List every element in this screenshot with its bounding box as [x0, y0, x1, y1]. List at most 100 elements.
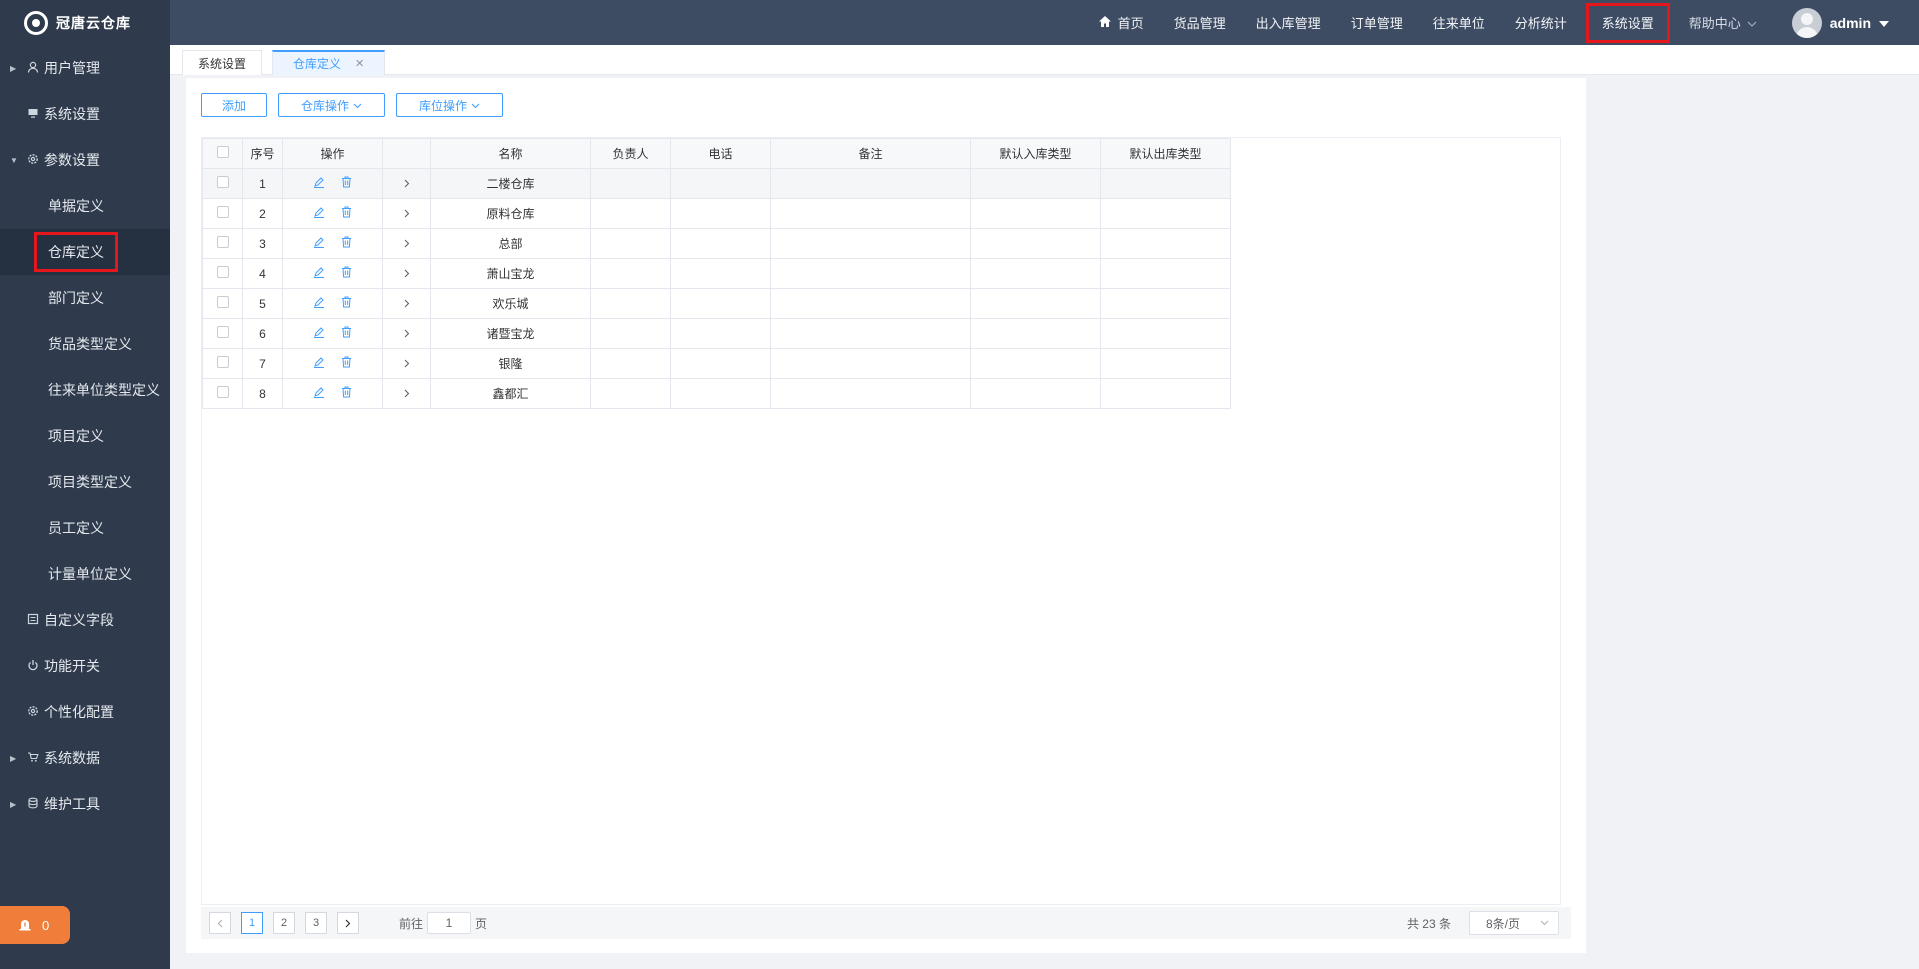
row-expand-button[interactable]	[382, 318, 431, 349]
row-checkbox[interactable]	[202, 318, 243, 349]
row-remark	[770, 198, 971, 229]
header-default-inbound[interactable]: 默认入库类型	[970, 138, 1101, 169]
sidebar-item-system-settings[interactable]: 系统设置	[0, 91, 170, 137]
row-name: 银隆	[430, 348, 591, 379]
table-row[interactable]: 7 银隆	[202, 348, 1231, 379]
row-checkbox[interactable]	[202, 258, 243, 289]
sidebar-item-department-definition[interactable]: 部门定义	[0, 275, 170, 321]
edit-icon[interactable]	[313, 386, 325, 401]
nav-goods-management[interactable]: 货品管理	[1159, 0, 1241, 45]
sidebar-item-parameter-settings[interactable]: ▼ 参数设置	[0, 137, 170, 183]
nav-order-management[interactable]: 订单管理	[1336, 0, 1418, 45]
delete-icon[interactable]	[341, 386, 352, 401]
row-index: 1	[242, 168, 283, 199]
page-3-button[interactable]: 3	[305, 912, 327, 934]
sidebar-item-project-type-definition[interactable]: 项目类型定义	[0, 459, 170, 505]
table-row[interactable]: 5 欢乐城	[202, 288, 1231, 319]
delete-icon[interactable]	[341, 326, 352, 341]
sidebar-item-feature-switch[interactable]: 功能开关	[0, 643, 170, 689]
edit-icon[interactable]	[313, 266, 325, 281]
row-checkbox[interactable]	[202, 348, 243, 379]
row-expand-button[interactable]	[382, 198, 431, 229]
delete-icon[interactable]	[341, 266, 352, 281]
nav-system-settings[interactable]: 系统设置	[1585, 2, 1670, 43]
page-size-select[interactable]: 8条/页	[1469, 911, 1559, 935]
delete-icon[interactable]	[341, 206, 352, 221]
header-actions: 操作	[282, 138, 383, 169]
tab-warehouse-definition[interactable]: 仓库定义 ✕	[272, 50, 386, 75]
nav-home[interactable]: 首页	[1083, 0, 1159, 45]
row-expand-button[interactable]	[382, 288, 431, 319]
warehouse-ops-dropdown[interactable]: 仓库操作	[278, 93, 385, 117]
table-header-row: 序号 操作 名称 负责人 电话 备注 默认入库类型 默认出库类型	[202, 138, 1231, 169]
prev-page-button[interactable]	[209, 912, 231, 934]
next-page-button[interactable]	[337, 912, 359, 934]
row-default-outbound	[1100, 348, 1231, 379]
sidebar-item-unit-definition[interactable]: 计量单位定义	[0, 551, 170, 597]
sidebar-item-user-management[interactable]: ▶ 用户管理	[0, 45, 170, 91]
row-expand-button[interactable]	[382, 168, 431, 199]
select-all-checkbox[interactable]	[202, 138, 243, 169]
page-2-button[interactable]: 2	[273, 912, 295, 934]
sidebar-item-employee-definition[interactable]: 员工定义	[0, 505, 170, 551]
table-row[interactable]: 1 二楼仓库	[202, 168, 1231, 199]
sidebar: 冠唐云仓库 ▶ 用户管理 系统设置 ▼ 参数设置 单据定义 仓库定义 部门定义 …	[0, 0, 170, 969]
edit-icon[interactable]	[313, 296, 325, 311]
row-manager	[590, 228, 671, 259]
add-button[interactable]: 添加	[201, 93, 267, 117]
sidebar-item-project-definition[interactable]: 项目定义	[0, 413, 170, 459]
delete-icon[interactable]	[341, 176, 352, 191]
row-expand-button[interactable]	[382, 258, 431, 289]
table-row[interactable]: 4 萧山宝龙	[202, 258, 1231, 289]
delete-icon[interactable]	[341, 236, 352, 251]
tab-system-settings[interactable]: 系统设置	[182, 50, 263, 75]
nav-inventory-io[interactable]: 出入库管理	[1241, 0, 1336, 45]
edit-icon[interactable]	[313, 236, 325, 251]
location-ops-dropdown[interactable]: 库位操作	[396, 93, 503, 117]
header-phone[interactable]: 电话	[670, 138, 771, 169]
app-logo[interactable]: 冠唐云仓库	[0, 0, 170, 45]
sidebar-item-warehouse-definition[interactable]: 仓库定义	[0, 229, 170, 275]
row-checkbox[interactable]	[202, 288, 243, 319]
header-remark[interactable]: 备注	[770, 138, 971, 169]
goto-page-input[interactable]: 1	[427, 912, 472, 934]
sidebar-item-maintenance-tools[interactable]: ▶ 维护工具	[0, 781, 170, 827]
row-expand-button[interactable]	[382, 228, 431, 259]
edit-icon[interactable]	[313, 326, 325, 341]
edit-icon[interactable]	[313, 176, 325, 191]
edit-icon[interactable]	[313, 356, 325, 371]
nav-analytics[interactable]: 分析统计	[1500, 0, 1582, 45]
monitor-icon	[26, 107, 40, 122]
close-icon[interactable]: ✕	[355, 57, 364, 70]
sidebar-item-partner-type-definition[interactable]: 往来单位类型定义	[0, 367, 170, 413]
row-expand-button[interactable]	[382, 348, 431, 379]
header-manager[interactable]: 负责人	[590, 138, 671, 169]
row-checkbox[interactable]	[202, 228, 243, 259]
sidebar-item-custom-fields[interactable]: 自定义字段	[0, 597, 170, 643]
nav-help-center[interactable]: 帮助中心	[1674, 0, 1772, 45]
row-checkbox[interactable]	[202, 168, 243, 199]
delete-icon[interactable]	[341, 356, 352, 371]
table-row[interactable]: 3 总部	[202, 228, 1231, 259]
cart-icon	[26, 751, 40, 766]
header-name[interactable]: 名称	[430, 138, 591, 169]
table-row[interactable]: 8 鑫都汇	[202, 378, 1231, 409]
table-row[interactable]: 6 诸暨宝龙	[202, 318, 1231, 349]
row-checkbox[interactable]	[202, 378, 243, 409]
sidebar-item-goods-type-definition[interactable]: 货品类型定义	[0, 321, 170, 367]
user-menu[interactable]: admin	[1772, 7, 1919, 38]
page-1-button[interactable]: 1	[241, 912, 263, 934]
sidebar-item-system-data[interactable]: ▶ 系统数据	[0, 735, 170, 781]
row-checkbox[interactable]	[202, 198, 243, 229]
edit-icon[interactable]	[313, 206, 325, 221]
header-default-outbound[interactable]: 默认出库类型	[1100, 138, 1231, 169]
nav-partners[interactable]: 往来单位	[1418, 0, 1500, 45]
sidebar-item-personalization[interactable]: 个性化配置	[0, 689, 170, 735]
alarm-button[interactable]: 0	[0, 906, 70, 944]
row-manager	[590, 198, 671, 229]
row-actions	[282, 228, 383, 259]
delete-icon[interactable]	[341, 296, 352, 311]
row-expand-button[interactable]	[382, 378, 431, 409]
table-row[interactable]: 2 原料仓库	[202, 198, 1231, 229]
sidebar-item-document-definition[interactable]: 单据定义	[0, 183, 170, 229]
